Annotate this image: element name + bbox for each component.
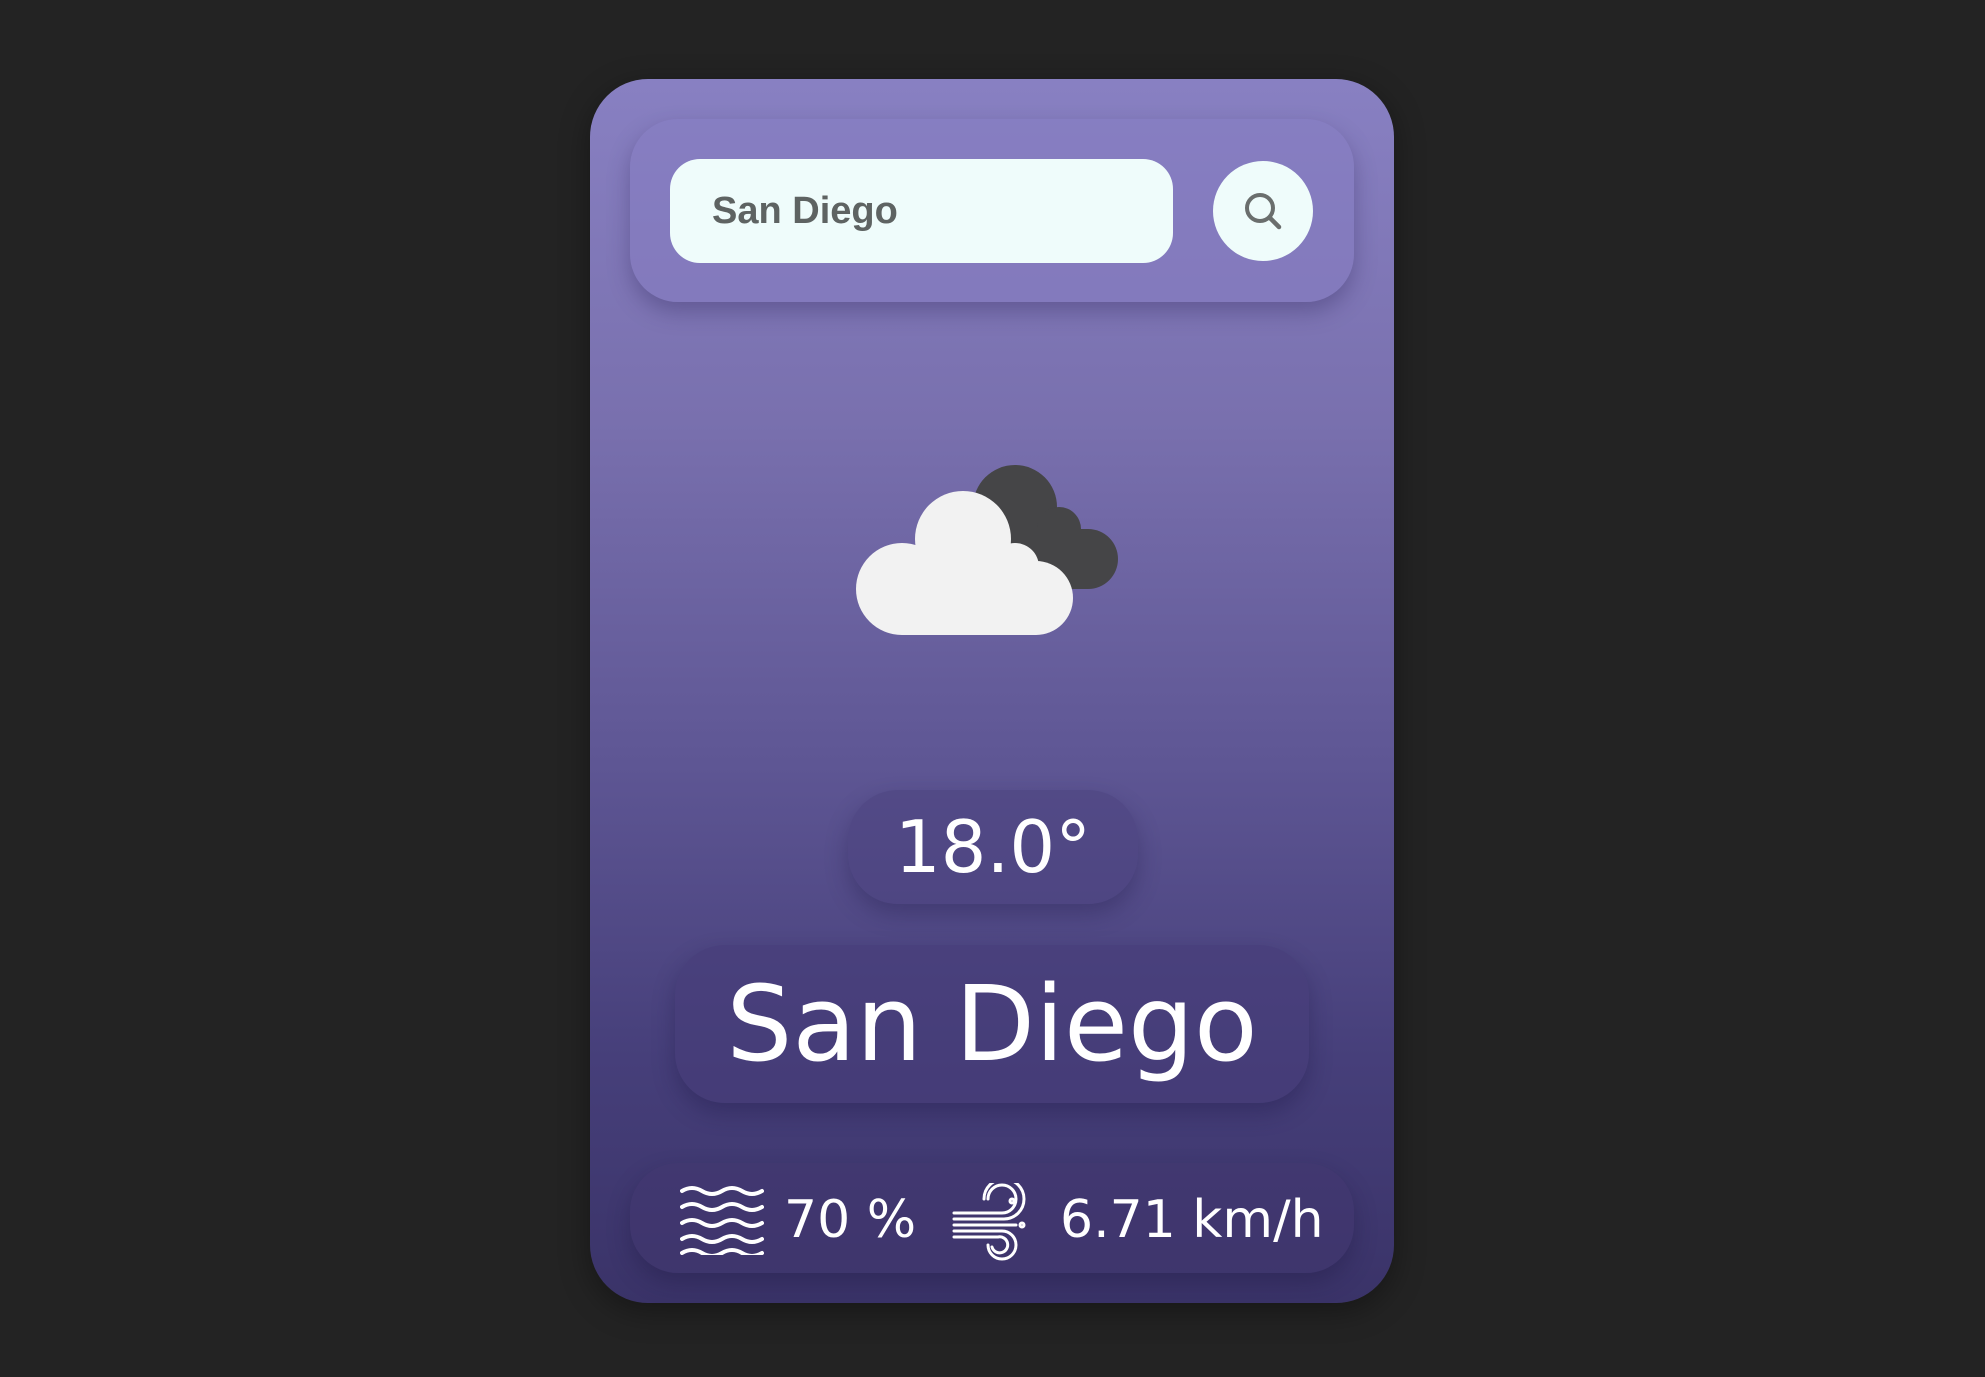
search-input[interactable] — [670, 159, 1173, 263]
search-panel — [630, 119, 1354, 302]
wind-icon — [952, 1183, 1026, 1261]
weather-card: 18.0° San Diego 70 % — [590, 79, 1394, 1303]
search-button[interactable] — [1213, 161, 1313, 261]
temperature-display: 18.0° — [848, 790, 1138, 904]
search-icon — [1245, 193, 1282, 230]
humidity-value: 70 % — [784, 1190, 917, 1250]
waves-icon — [680, 1186, 764, 1255]
city-display: San Diego — [675, 945, 1309, 1103]
city-name: San Diego — [726, 963, 1258, 1085]
wind-speed-value: 6.71 km/h — [1060, 1190, 1324, 1250]
stats-bar: 70 % 6.71 km/h — [630, 1163, 1354, 1273]
temperature-value: 18.0° — [894, 805, 1092, 889]
partly-cloudy-icon — [856, 465, 1118, 635]
